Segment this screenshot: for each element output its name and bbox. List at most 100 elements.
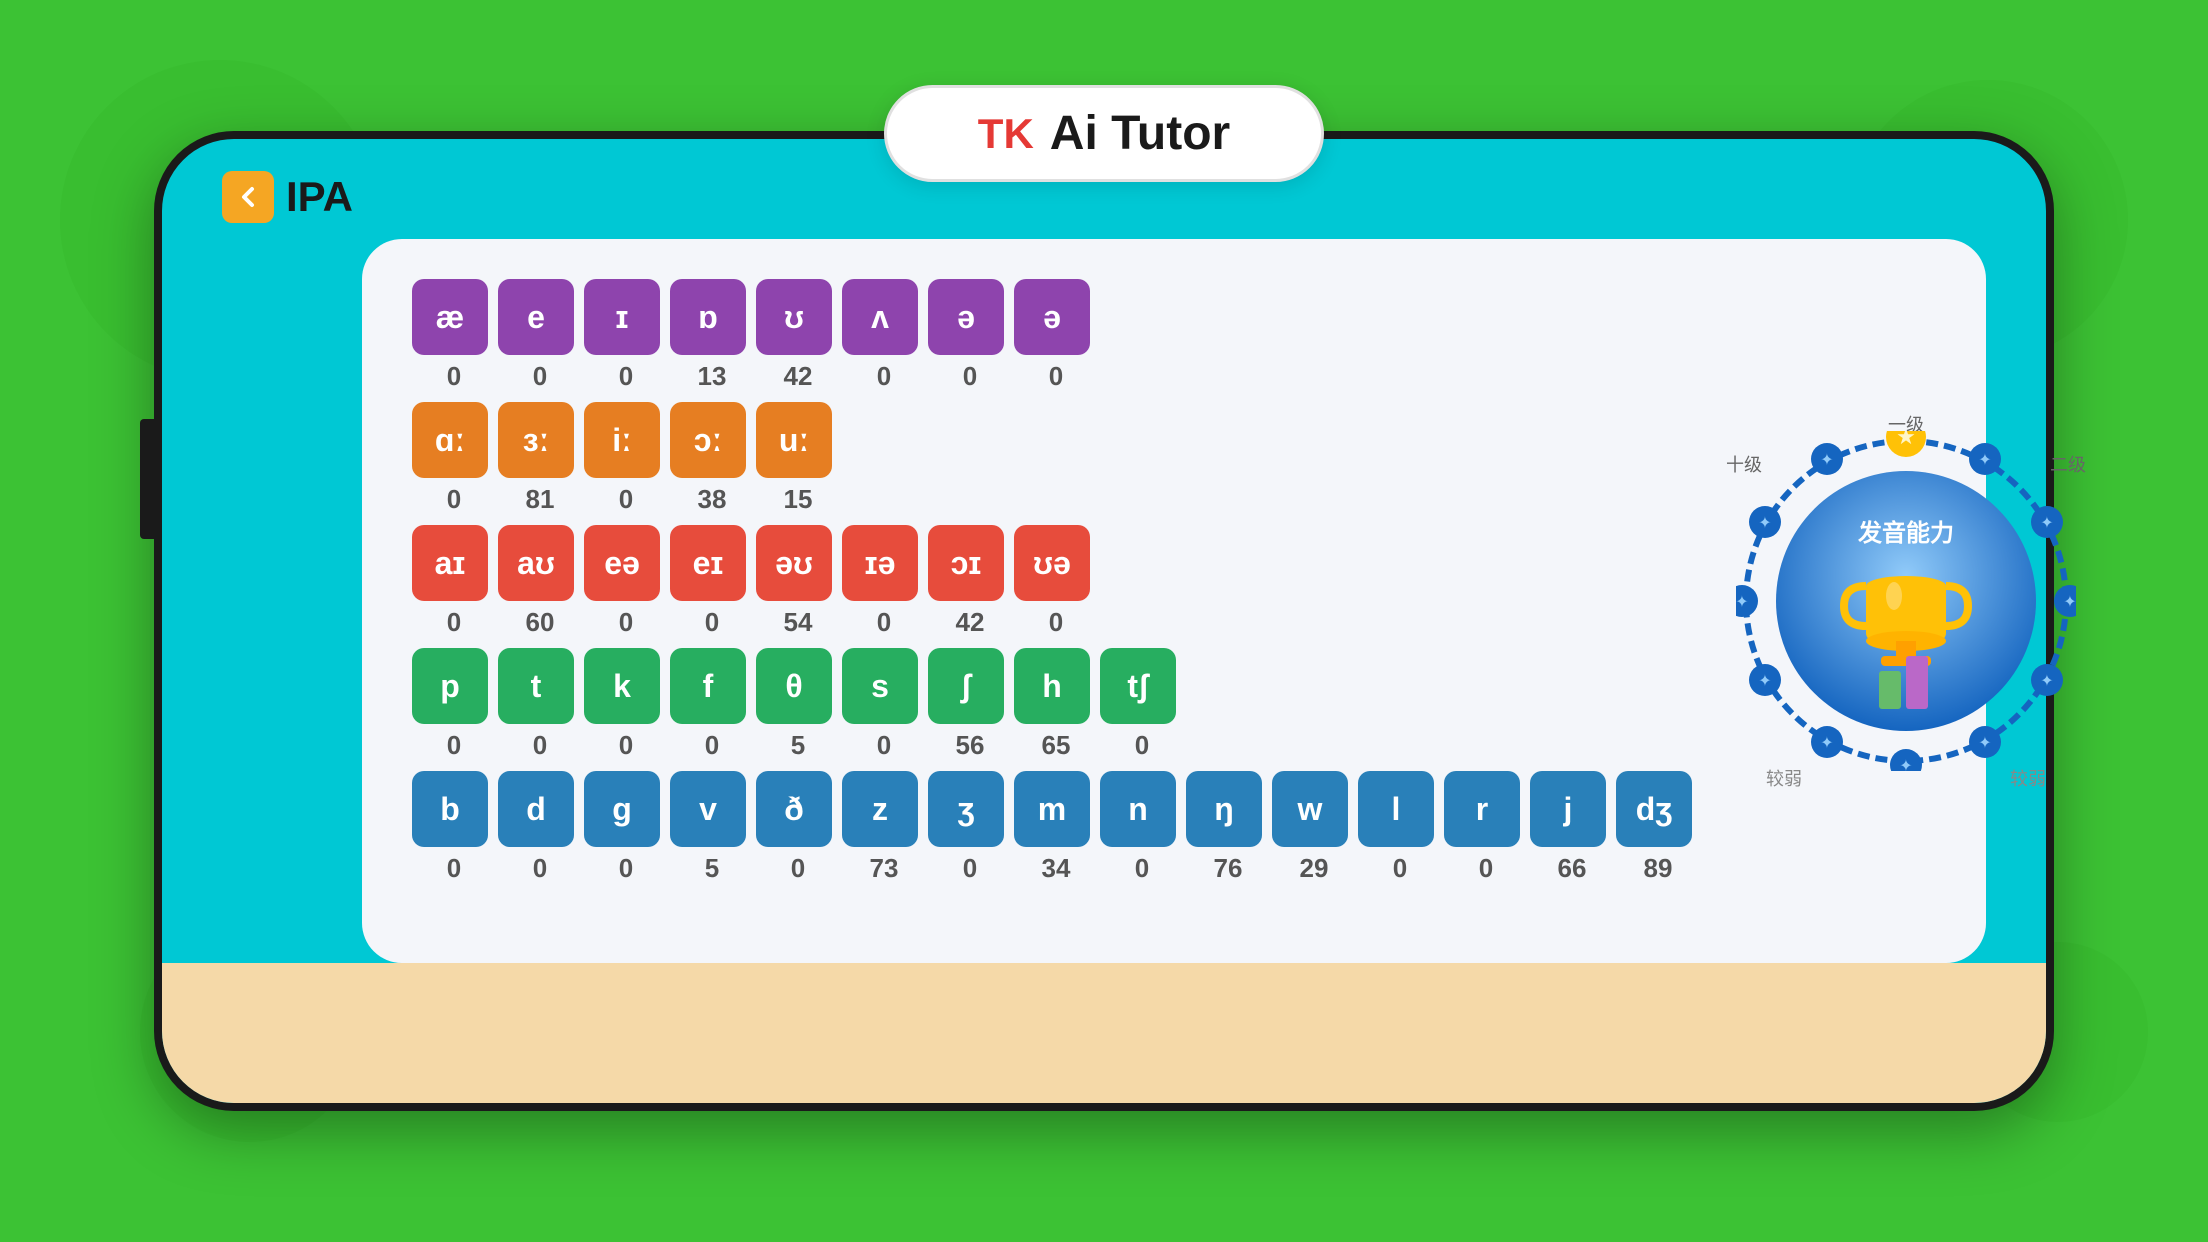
svg-text:✦: ✦ [1758, 515, 1771, 532]
ph-btn-j[interactable]: j [1530, 771, 1606, 847]
rank-bottom-left: 较弱 [1766, 765, 1802, 791]
count-w: 29 [1276, 853, 1352, 884]
ph-btn-o[interactable]: ɒ [670, 279, 746, 355]
ph-btn-ee[interactable]: iː [584, 402, 660, 478]
count-d: 0 [502, 853, 578, 884]
count-n: 0 [1104, 853, 1180, 884]
ph-btn-s[interactable]: s [842, 648, 918, 724]
count-m: 34 [1018, 853, 1094, 884]
ph-btn-b[interactable]: b [412, 771, 488, 847]
ph-btn-d[interactable]: d [498, 771, 574, 847]
ph-btn-v[interactable]: v [670, 771, 746, 847]
count-r: 0 [1448, 853, 1524, 884]
ph-btn-aw[interactable]: ɔː [670, 402, 746, 478]
ph-btn-ai[interactable]: aɪ [412, 525, 488, 601]
count-t: 0 [502, 730, 578, 761]
ph-btn-h[interactable]: h [1014, 648, 1090, 724]
rank-bottom-right: 较弱 [2010, 765, 2046, 791]
ph-btn-e[interactable]: e [498, 279, 574, 355]
ph-btn-ea[interactable]: eə [584, 525, 660, 601]
ph-btn-ei[interactable]: eɪ [670, 525, 746, 601]
svg-text:发音能力: 发音能力 [1857, 519, 1954, 547]
ph-btn-g[interactable]: g [584, 771, 660, 847]
count-s: 0 [846, 730, 922, 761]
svg-text:★: ★ [1896, 431, 1916, 449]
ph-btn-ou[interactable]: əʊ [756, 525, 832, 601]
count-ng: 76 [1190, 853, 1266, 884]
ph-btn-au[interactable]: aʊ [498, 525, 574, 601]
ph-btn-i[interactable]: ɪ [584, 279, 660, 355]
main-card: æ e ɪ ɒ ʊ ʌ ə ə 0 0 0 13 42 0 0 [362, 239, 1986, 963]
app-logo: TK [978, 110, 1034, 158]
ph-btn-ae[interactable]: æ [412, 279, 488, 355]
ph-btn-f[interactable]: f [670, 648, 746, 724]
row3-counts: 0 60 0 0 54 0 42 0 [412, 607, 1696, 638]
count-k: 0 [588, 730, 664, 761]
count-ai: 0 [416, 607, 492, 638]
ph-btn-ia[interactable]: ɪə [842, 525, 918, 601]
count-theta: 5 [760, 730, 836, 761]
svg-text:✦: ✦ [1899, 758, 1912, 771]
ph-btn-schwa2[interactable]: ə [1014, 279, 1090, 355]
row4-buttons: p t k f θ s ʃ h tʃ [412, 648, 1696, 724]
ph-btn-l[interactable]: l [1358, 771, 1434, 847]
ph-btn-sh[interactable]: ʃ [928, 648, 1004, 724]
ph-btn-k[interactable]: k [584, 648, 660, 724]
ph-btn-z[interactable]: z [842, 771, 918, 847]
count-ah: 0 [416, 484, 492, 515]
count-schwa1: 0 [932, 361, 1008, 392]
count-tsh: 0 [1104, 730, 1180, 761]
count-sh: 56 [932, 730, 1008, 761]
ph-btn-n[interactable]: n [1100, 771, 1176, 847]
trophy-container: 一级 十级 二级 [1736, 411, 2076, 791]
ph-btn-ua[interactable]: ʊə [1014, 525, 1090, 601]
top-bar: TK Ai Tutor [884, 85, 1324, 182]
row3-buttons: aɪ aʊ eə eɪ əʊ ɪə ɔɪ ʊə [412, 525, 1696, 601]
ph-btn-tsh[interactable]: tʃ [1100, 648, 1176, 724]
count-ei: 0 [674, 607, 750, 638]
row5-counts: 0 0 0 5 0 73 0 34 0 76 29 0 0 66 89 [412, 853, 1696, 884]
count-ae: 0 [416, 361, 492, 392]
phoneme-row-1: æ e ɪ ɒ ʊ ʌ ə ə 0 0 0 13 42 0 0 [412, 279, 1696, 392]
ph-btn-er[interactable]: ɜː [498, 402, 574, 478]
count-ea: 0 [588, 607, 664, 638]
ph-btn-r[interactable]: r [1444, 771, 1520, 847]
ph-btn-ah[interactable]: ɑː [412, 402, 488, 478]
trophy-area: 一级 十级 二级 [1736, 279, 2076, 923]
ph-btn-t[interactable]: t [498, 648, 574, 724]
svg-text:✦: ✦ [2040, 673, 2053, 690]
svg-text:✦: ✦ [1758, 673, 1771, 690]
ph-btn-w[interactable]: w [1272, 771, 1348, 847]
phoneme-row-2: ɑː ɜː iː ɔː uː 0 81 0 38 15 [412, 402, 1696, 515]
ph-btn-m[interactable]: m [1014, 771, 1090, 847]
ph-btn-u[interactable]: ʊ [756, 279, 832, 355]
ph-btn-p[interactable]: p [412, 648, 488, 724]
count-ou: 54 [760, 607, 836, 638]
ph-btn-oo[interactable]: uː [756, 402, 832, 478]
count-p: 0 [416, 730, 492, 761]
ph-btn-dzh[interactable]: dʒ [1616, 771, 1692, 847]
ph-btn-eth[interactable]: ð [756, 771, 832, 847]
row4-counts: 0 0 0 0 5 0 56 65 0 [412, 730, 1696, 761]
svg-text:✦: ✦ [1820, 452, 1833, 469]
count-g: 0 [588, 853, 664, 884]
count-h: 65 [1018, 730, 1094, 761]
ph-btn-ng[interactable]: ŋ [1186, 771, 1262, 847]
count-ua: 0 [1018, 607, 1094, 638]
ph-btn-oi[interactable]: ɔɪ [928, 525, 1004, 601]
ph-btn-theta[interactable]: θ [756, 648, 832, 724]
row2-buttons: ɑː ɜː iː ɔː uː [412, 402, 1696, 478]
count-ia: 0 [846, 607, 922, 638]
count-aw: 38 [674, 484, 750, 515]
ipa-back-button[interactable]: IPA [222, 171, 353, 223]
svg-text:✦: ✦ [2063, 594, 2076, 611]
ph-btn-lambda[interactable]: ʌ [842, 279, 918, 355]
count-ee: 0 [588, 484, 664, 515]
svg-text:✦: ✦ [1978, 735, 1991, 752]
ph-btn-zh[interactable]: ʒ [928, 771, 1004, 847]
count-dzh: 89 [1620, 853, 1696, 884]
ipa-label: IPA [286, 173, 353, 221]
ph-btn-schwa1[interactable]: ə [928, 279, 1004, 355]
svg-text:✦: ✦ [2040, 515, 2053, 532]
count-e: 0 [502, 361, 578, 392]
